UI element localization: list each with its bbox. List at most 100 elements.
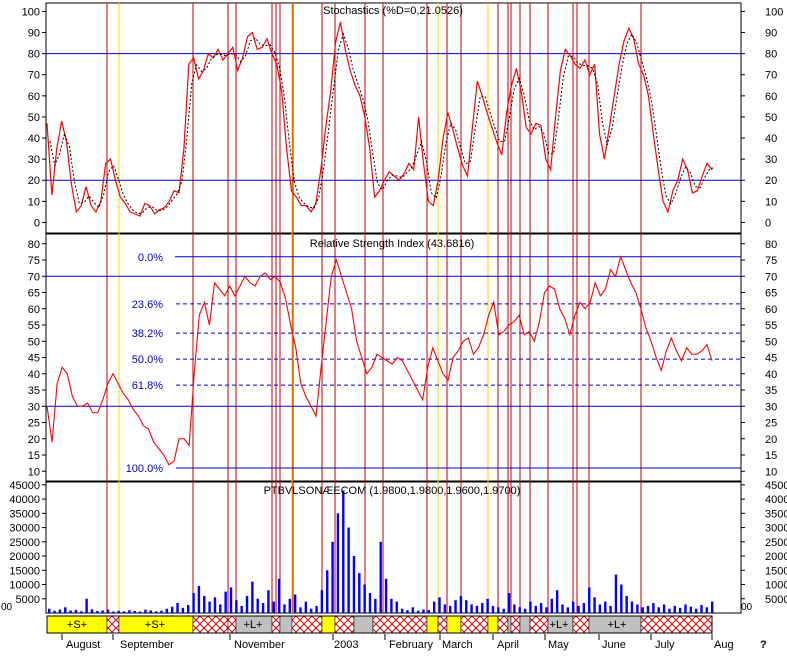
stochastics-tick-label: 90 [28, 28, 40, 40]
stochastics-tick-label: 0 [34, 217, 40, 229]
month-label: November [234, 639, 285, 651]
volume-bar [128, 610, 131, 613]
signal-label: +S+ [67, 619, 87, 631]
stochastics-tick-label: 60 [28, 91, 40, 103]
signal-segment [106, 615, 120, 634]
rsi-tick-label: 50 [28, 336, 40, 348]
volume-bar [588, 587, 591, 613]
volume-bar [58, 609, 62, 613]
volume-bar [641, 607, 644, 613]
volume-bar [657, 607, 660, 613]
signal-segment [192, 615, 229, 634]
volume-bar [272, 601, 275, 613]
rsi-tick-label: 75 [765, 255, 777, 267]
stochastics-tick-label: 30 [28, 154, 40, 166]
volume-bar [117, 610, 120, 613]
volume-tick-label: 20000 [765, 551, 787, 563]
volume-tick-label: 20000 [9, 551, 40, 563]
volume-tick-label: 10000 [765, 580, 787, 592]
signal-segment [353, 615, 374, 634]
stochastics-tick-label: 10 [28, 196, 40, 208]
volume-tick-label: 25000 [9, 537, 40, 549]
month-label: April [497, 639, 519, 651]
volume-bar [256, 598, 259, 613]
volume-bar [181, 607, 185, 613]
volume-bar [625, 595, 628, 613]
volume-bar [106, 609, 110, 613]
volume-bar [571, 601, 575, 613]
stochastics-tick-label: 50 [28, 112, 40, 124]
volume-bar [133, 611, 136, 613]
volume-bar [497, 607, 500, 613]
volume-bar [363, 584, 366, 613]
volume-bar [555, 590, 559, 613]
volume-tick-label: 10000 [9, 580, 40, 592]
volume-tick-label: 40000 [9, 494, 40, 506]
stochastics-tick-label: 40 [28, 133, 40, 145]
volume-bar [459, 595, 463, 613]
volume-tick-label: 15000 [9, 565, 40, 577]
volume-bar [352, 556, 356, 613]
volume-bar [711, 601, 714, 613]
volume-bar [331, 541, 334, 613]
volume-bar [582, 603, 586, 613]
volume-bar [604, 601, 607, 613]
rsi-tick-label: 60 [765, 304, 777, 316]
volume-bar [673, 605, 676, 613]
volume-bar [502, 608, 505, 613]
volume-bar [609, 605, 612, 613]
stochastics-tick-label: 90 [765, 28, 777, 40]
volume-bar [705, 607, 709, 613]
stochastics-tick-label: 20 [765, 175, 777, 187]
month-label: July [655, 639, 675, 651]
volume-bar [368, 593, 372, 613]
rsi-tick-label: 50 [765, 336, 777, 348]
rsi-tick-label: 75 [28, 255, 40, 267]
volume-bar [630, 601, 634, 613]
volume-tick-label: 45000 [9, 480, 40, 492]
volume-bar [347, 527, 350, 613]
signal-segment [334, 615, 355, 634]
signal-segment [640, 615, 713, 634]
right-marker: 00 [741, 602, 753, 613]
volume-bar [566, 607, 570, 613]
volume-bar [662, 604, 666, 613]
stochastics-tick-label: 10 [765, 196, 777, 208]
corner-glyph: ? [760, 639, 767, 651]
volume-bar [395, 601, 398, 613]
signal-segment [426, 615, 439, 634]
signal-segment [279, 615, 293, 634]
volume-bar [251, 581, 254, 613]
rsi-tick-label: 70 [765, 271, 777, 283]
volume-bar [165, 608, 169, 613]
volume-bar [192, 593, 195, 613]
volume-bar [85, 598, 88, 613]
volume-bar [427, 610, 431, 613]
stochastics-tick-label: 40 [765, 133, 777, 145]
volume-bar [154, 611, 158, 613]
signal-segment [507, 615, 512, 634]
signal-segment [572, 615, 590, 634]
signal-segment [487, 615, 499, 634]
volume-bar [384, 578, 388, 613]
background [0, 0, 787, 651]
rsi-tick-label: 35 [28, 385, 40, 397]
volume-bar [144, 609, 147, 613]
volume-bar [64, 607, 67, 613]
volume-bar [112, 611, 115, 613]
volume-bar [561, 604, 564, 613]
month-label: May [548, 639, 569, 651]
volume-bar [529, 601, 532, 613]
volume-bar [101, 610, 104, 613]
volume-bar [491, 605, 495, 613]
volume-bar [620, 584, 623, 613]
volume-bar [481, 603, 484, 613]
volume-bar [309, 608, 313, 613]
volume-bar [90, 609, 94, 613]
volume-bar [245, 595, 249, 613]
signal-segment [529, 615, 549, 634]
signal-label: +S+ [145, 619, 165, 631]
volume-bar [197, 585, 201, 613]
volume-bar [454, 600, 457, 613]
volume-tick-label: 30000 [9, 523, 40, 535]
